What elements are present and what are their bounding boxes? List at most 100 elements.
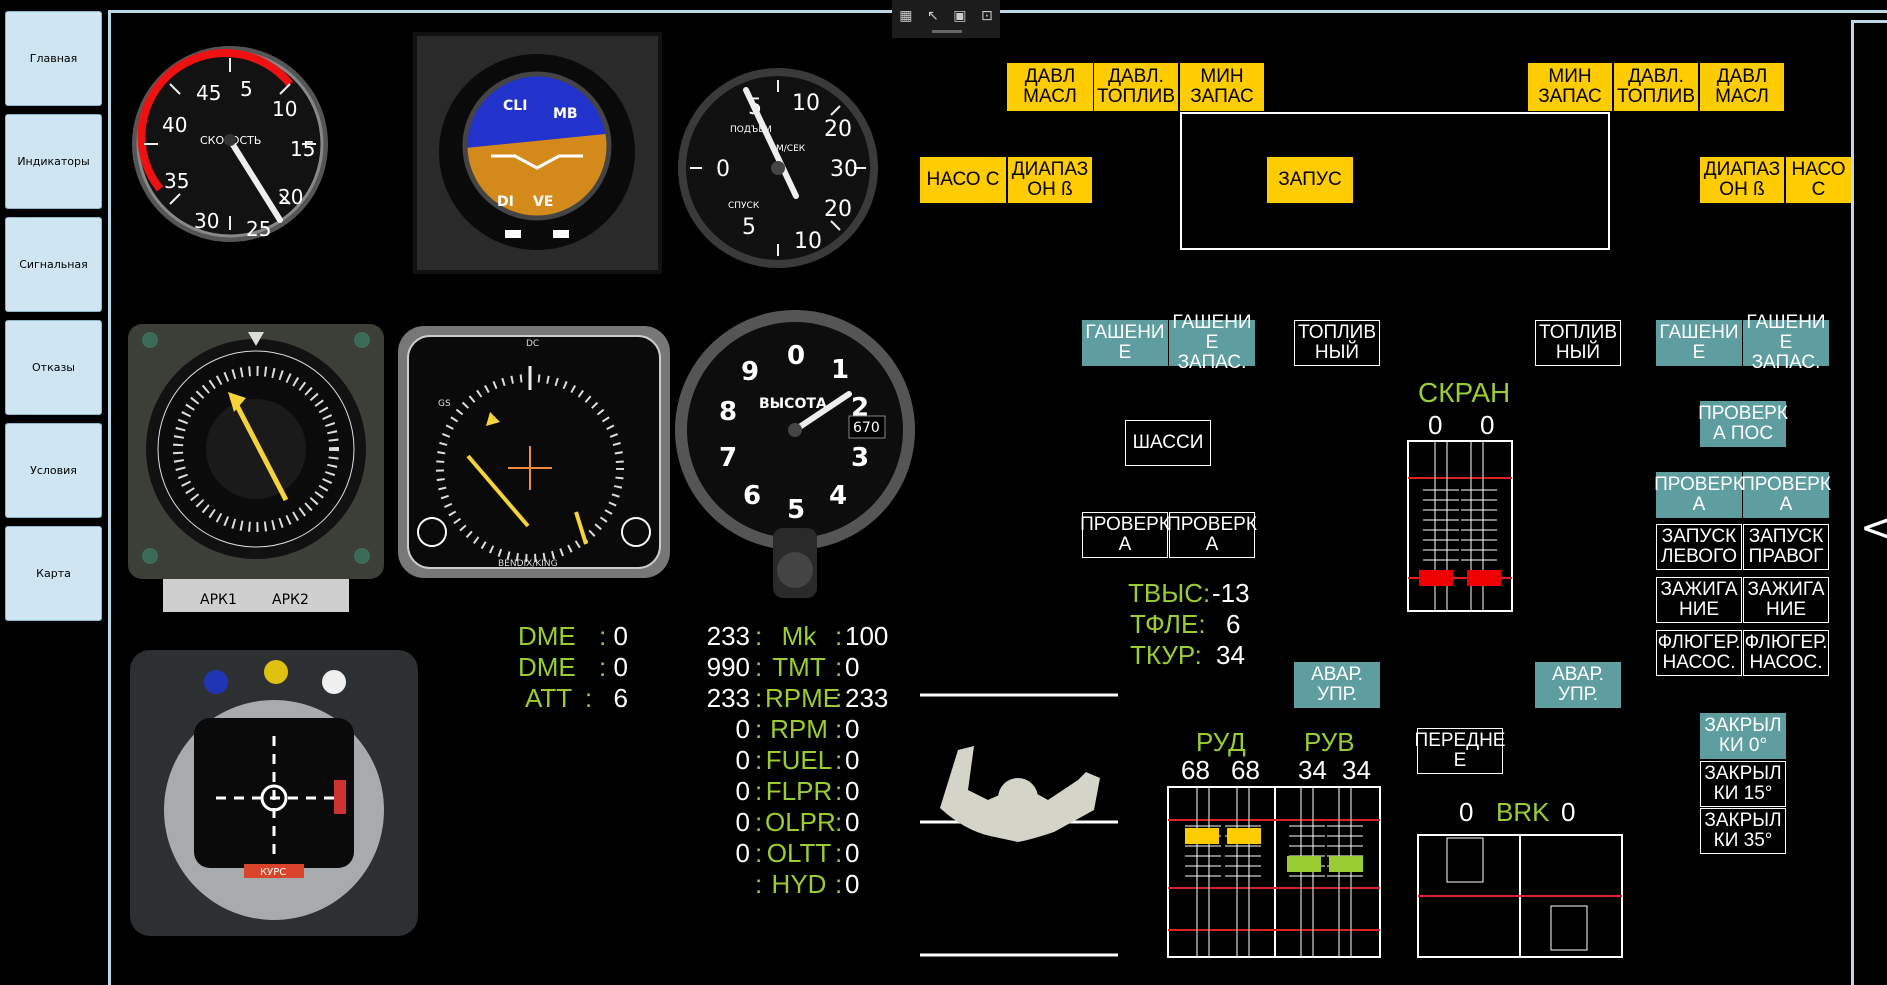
att-value: 6 [613, 683, 628, 713]
skran-title: СКРАН [1418, 377, 1511, 408]
adf-ark1-label: АРК1 [200, 592, 237, 608]
flaps-35-button[interactable]: ЗАКРЫЛ КИ 35° [1700, 808, 1786, 854]
zoom-icon[interactable]: ⊡ [981, 8, 993, 24]
vsi-tick-20-down: 20 [824, 197, 852, 222]
readout-name: RPM [770, 714, 828, 744]
alt-tick-0: 0 [787, 341, 805, 371]
pump-warning-left: НАСО С [920, 157, 1006, 203]
alt-tick-3: 3 [851, 443, 869, 473]
extinguish-right-button[interactable]: ГАШЕНИ Е [1656, 320, 1742, 366]
select-icon[interactable]: ▦ [899, 8, 912, 24]
start-warning: ЗАПУС [1267, 157, 1353, 203]
vsi-tick-10-down: 10 [794, 229, 822, 254]
att-label: ATT [525, 683, 573, 713]
alt-readout: 670 [853, 420, 880, 436]
engine-start-panel [1180, 112, 1610, 250]
readout-colon: : [835, 714, 843, 744]
fuel-valve-left-button[interactable]: ТОПЛИВ НЫЙ [1294, 320, 1380, 366]
right-panel-frame [1851, 20, 1887, 985]
alt-tick-8: 8 [719, 397, 737, 427]
front-gear-button[interactable]: ПЕРЕДНЕ Е [1415, 728, 1505, 774]
adf-ark2-label: АРК2 [272, 592, 309, 608]
left-nav: Главная Индикаторы Сигнальная Отказы Усл… [0, 0, 108, 985]
vsi-tick-10-up: 10 [792, 91, 820, 116]
check-right-1-button[interactable]: ПРОВЕРК А [1654, 472, 1744, 518]
rud-left-handle [1185, 828, 1219, 844]
flaps-15-button[interactable]: ЗАКРЫЛ КИ 15° [1700, 761, 1786, 807]
tkur-value: 34 [1216, 640, 1245, 670]
skran-left-handle [1419, 570, 1453, 586]
vsi-tick-0: 0 [716, 157, 730, 182]
nav-signal-button[interactable]: Сигнальная [5, 217, 102, 312]
pointer-icon[interactable]: ↖ [927, 8, 939, 24]
airspeed-gauge: 5 10 15 20 25 30 35 40 45 СКОРОСТЬ [132, 46, 328, 242]
ignition-left-button[interactable]: ЗАЖИГА НИЕ [1656, 577, 1742, 623]
attitude-di-label: DI [497, 194, 514, 210]
vsi-label-unit: М/СЕК [776, 144, 806, 154]
check-right-2-button[interactable]: ПРОВЕРК А [1741, 472, 1831, 518]
check-pos-button[interactable]: ПРОВЕРК А ПОС [1698, 401, 1788, 447]
nav-conditions-button[interactable]: Условия [5, 423, 102, 518]
airspeed-tick-35: 35 [164, 169, 189, 193]
ignition-right-button[interactable]: ЗАЖИГА НИЕ [1743, 577, 1829, 623]
altimeter-gauge: 0 1 2 3 4 5 6 7 8 9 ВЫСОТА 670 [675, 310, 915, 598]
nav-indicators-button[interactable]: Индикаторы [5, 114, 102, 209]
readout-name: TMT [772, 652, 826, 682]
nav-map-button[interactable]: Карта [5, 526, 102, 621]
nav-home-button[interactable]: Главная [5, 11, 102, 106]
emergency-control-right-button[interactable]: АВАР. УПР. [1535, 662, 1621, 708]
adf-gauge: АРК1 АРК2 [128, 324, 384, 612]
dme2-label: DME [518, 652, 576, 682]
readout-colon: : [755, 683, 763, 713]
check-left-1-button[interactable]: ПРОВЕРК А [1080, 512, 1170, 558]
nav-failures-button[interactable]: Отказы [5, 320, 102, 415]
readout-colon: : [755, 776, 763, 806]
emergency-control-left-button[interactable]: АВАР. УПР. [1294, 662, 1380, 708]
readout-colon: : [835, 838, 843, 868]
tfle-label: ТФЛЕ: [1130, 609, 1206, 639]
throttle-panel [1167, 786, 1381, 958]
vertical-speed-gauge: 5 10 20 30 0 20 10 5 ПОДЪЕМ М/СЕК СПУСК [678, 68, 878, 268]
readout-left-value: 990 [706, 652, 750, 682]
attitude-ve-label: VE [533, 194, 553, 210]
toolbar-grip[interactable] [932, 30, 962, 33]
start-left-button[interactable]: ЗАПУСК ЛЕВОГО [1656, 524, 1742, 570]
fit-icon[interactable]: ▣ [953, 8, 966, 24]
readout-left-value: 0 [735, 838, 750, 868]
airspeed-tick-10: 10 [272, 97, 297, 121]
landing-gear-button[interactable]: ШАССИ [1125, 420, 1211, 466]
start-right-button[interactable]: ЗАПУСК ПРАВОГ [1743, 524, 1829, 570]
readout-right-value: 0 [845, 838, 860, 868]
fuel-valve-right-button[interactable]: ТОПЛИВ НЫЙ [1535, 320, 1621, 366]
alt-tick-5: 5 [787, 495, 805, 525]
skran-value-right: 0 [1480, 410, 1495, 440]
alt-label: ВЫСОТА [759, 396, 827, 412]
brake-panel [1417, 834, 1623, 958]
flaps-0-button[interactable]: ЗАКРЫЛ КИ 0° [1700, 713, 1786, 759]
feather-pump-right-button[interactable]: ФЛЮГЕР. НАСОС. [1743, 630, 1829, 676]
feather-pump-left-button[interactable]: ФЛЮГЕР. НАСОС. [1656, 630, 1742, 676]
ruv-title: РУВ [1304, 727, 1355, 757]
readout-colon: : [755, 807, 763, 837]
ruv-left-handle [1287, 856, 1321, 872]
dme1-label: DME [518, 621, 576, 651]
check-left-2-button[interactable]: ПРОВЕРК А [1167, 512, 1257, 558]
readout-colon: : [835, 869, 843, 899]
extinguish-reserve-right-button[interactable]: ГАШЕНИ Е ЗАПАС. [1743, 313, 1829, 372]
readout-right-value: 0 [845, 652, 860, 682]
brake-right-indicator [1550, 905, 1588, 951]
readout-colon: : [835, 745, 843, 775]
airspeed-tick-45: 45 [196, 81, 221, 105]
readout-colon: : [835, 807, 843, 837]
ruv-value-right: 34 [1342, 755, 1371, 785]
extinguish-left-button[interactable]: ГАШЕНИ Е [1082, 320, 1168, 366]
readout-left-value: 0 [735, 745, 750, 775]
brake-left-indicator [1446, 837, 1484, 883]
readout-right-value: 0 [845, 869, 860, 899]
airspeed-tick-20: 20 [278, 185, 303, 209]
extinguish-reserve-left-button[interactable]: ГАШЕНИ Е ЗАПАС. [1169, 313, 1255, 372]
readout-left-value: 0 [735, 807, 750, 837]
dme2-value: 0 [613, 652, 628, 682]
readout-left-value: 0 [735, 714, 750, 744]
collapse-chevron-icon[interactable]: < [1860, 505, 1887, 551]
